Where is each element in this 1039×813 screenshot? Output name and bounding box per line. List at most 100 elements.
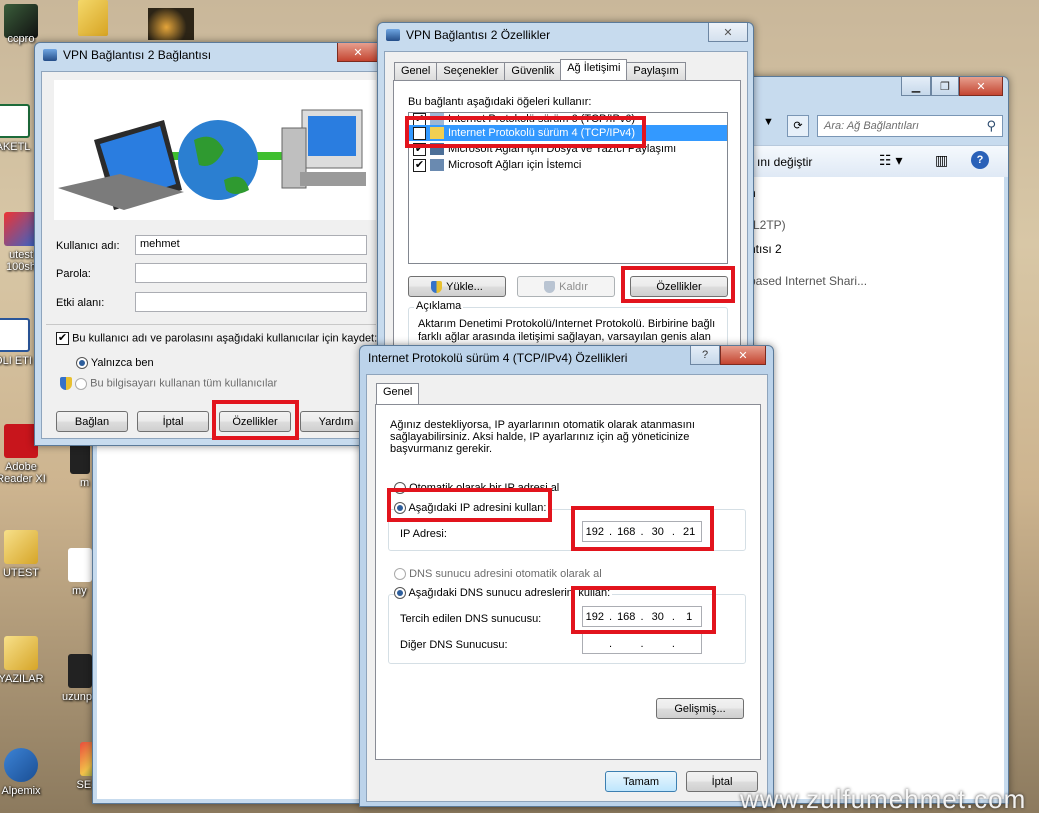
connect-button[interactable]: Bağlan: [56, 411, 128, 432]
radio-icon: [75, 377, 88, 390]
connection-item[interactable]: based Internet Shari...: [749, 274, 867, 288]
properties-button[interactable]: Özellikler: [219, 411, 291, 432]
image-thumbnail-icon[interactable]: [148, 8, 194, 40]
tab-sharing[interactable]: Paylaşım: [626, 62, 686, 80]
maximize-button[interactable]: ❐: [931, 77, 959, 96]
dialog-title: Internet Protokolü sürüm 4 (TCP/IPv4) Öz…: [368, 351, 628, 365]
auto-ip-label: Otomatik olarak bir IP adresi al: [409, 482, 560, 494]
save-credentials-label: Bu kullanıcı adı ve parolasını aşağıdaki…: [72, 332, 378, 345]
components-list[interactable]: ✔ Internet Protokolü sürüm 6 (TCP/IPv6) …: [408, 112, 728, 264]
search-input[interactable]: Ara: Ağ Bağlantıları: [824, 120, 919, 132]
list-item-label: Microsoft Ağları için İstemci: [448, 159, 582, 171]
desktop-icon-alpemix[interactable]: Alpemix: [0, 748, 56, 797]
ip-octet: 21: [683, 525, 696, 538]
desktop-icon-yazilar[interactable]: YAZILAR: [0, 636, 56, 685]
refresh-icon[interactable]: ⟳: [787, 115, 809, 137]
help-icon[interactable]: ?: [971, 151, 989, 169]
ipv4-properties-dialog: Internet Protokolü sürüm 4 (TCP/IPv4) Öz…: [359, 345, 774, 807]
ip-address-label: IP Adresi:: [400, 528, 447, 540]
close-button[interactable]: ✕: [337, 43, 379, 62]
application-icon: [4, 212, 38, 246]
uninstall-button[interactable]: Kaldır: [517, 276, 615, 297]
close-button[interactable]: ✕: [708, 23, 748, 42]
desktop-icon-ccpro[interactable]: ccpro: [0, 4, 56, 45]
checkbox-icon: ✔: [413, 142, 426, 156]
list-item[interactable]: ✔ Microsoft Ağları için İstemci: [409, 157, 727, 173]
preferred-dns-field[interactable]: 192. 168. 30. 1: [582, 606, 702, 627]
dropdown-arrow-icon[interactable]: ▼: [763, 116, 783, 136]
checkbox-icon: ✔: [413, 158, 426, 172]
network-icon: [43, 49, 57, 61]
protocol-icon: [430, 127, 444, 139]
checkbox-icon: ✔: [413, 113, 426, 125]
title-bar: VPN Bağlantısı 2 Bağlantısı: [35, 43, 385, 67]
search-box[interactable]: Ara: Ağ Bağlantıları ⚲: [817, 115, 1003, 137]
manual-dns-radio[interactable]: Aşağıdaki DNS sunucu adreslerini kullan:: [394, 587, 613, 600]
shield-icon: [60, 377, 72, 390]
network-icon: [386, 29, 400, 41]
list-item-label: Internet Protokolü sürüm 6 (TCP/IPv6): [448, 113, 636, 125]
view-options-icon[interactable]: ☷ ▾: [879, 152, 902, 169]
tab-general[interactable]: Genel: [376, 383, 420, 404]
cancel-button[interactable]: İptal: [137, 411, 209, 432]
radio-icon: [394, 587, 406, 600]
radio-all-users[interactable]: Bu bilgisayarı kullanan tüm kullanıcılar: [60, 377, 277, 390]
document-icon: [68, 548, 92, 582]
list-item-selected[interactable]: ✔ Internet Protokolü sürüm 4 (TCP/IPv4): [409, 125, 727, 141]
dialog-body: Genel Seçenekler Güvenlik Ağ İletişimi P…: [384, 51, 748, 363]
username-label: Kullanıcı adı:: [56, 240, 120, 252]
save-credentials-checkbox[interactable]: ✔ Bu kullanıcı adı ve parolasını aşağıda…: [56, 332, 377, 345]
ip-octet: 1: [686, 610, 693, 623]
close-button[interactable]: ✕: [720, 346, 766, 365]
list-item[interactable]: ✔ Internet Protokolü sürüm 6 (TCP/IPv6): [409, 113, 727, 125]
tab-networking[interactable]: Ağ İletişimi: [560, 59, 628, 80]
dialog-title: VPN Bağlantısı 2 Özellikler: [406, 28, 551, 42]
manual-ip-radio[interactable]: Aşağıdaki IP adresini kullan:: [394, 502, 549, 515]
tab-general[interactable]: Genel: [394, 62, 438, 80]
password-label: Parola:: [56, 268, 91, 280]
vpn-properties-dialog: VPN Bağlantısı 2 Özellikler ✕ Genel Seçe…: [377, 22, 754, 363]
help-button[interactable]: ?: [690, 346, 720, 365]
change-settings-link[interactable]: ını değiştir: [757, 155, 812, 169]
desktop-icon-label: Alpemix: [1, 785, 41, 797]
tab-strip: Genel: [376, 383, 420, 404]
checkbox-icon: ✔: [413, 126, 426, 140]
tab-strip: Genel Seçenekler Güvenlik Ağ İletişimi P…: [394, 59, 686, 80]
close-button[interactable]: ✕: [959, 77, 1003, 96]
domain-field[interactable]: [135, 292, 367, 312]
excel-icon: [0, 104, 30, 138]
desktop-icon-label: UTEST: [2, 567, 40, 579]
image-thumbnail-icon: [68, 654, 92, 688]
username-field[interactable]: mehmet: [135, 235, 367, 255]
install-button[interactable]: Yükle...: [408, 276, 506, 297]
ok-button[interactable]: Tamam: [605, 771, 677, 792]
preferred-dns-label: Tercih edilen DNS sunucusu:: [400, 613, 542, 625]
auto-dns-radio[interactable]: DNS sunucu adresini otomatik olarak al: [394, 568, 602, 581]
connection-item[interactable]: (L2TP): [749, 218, 786, 232]
search-icon: ⚲: [986, 118, 996, 133]
alternate-dns-field[interactable]: ...: [582, 633, 702, 654]
password-field[interactable]: [135, 263, 367, 283]
tab-panel: Ağınız destekliyorsa, IP ayarlarının oto…: [375, 404, 761, 760]
radio-only-me[interactable]: Yalnızca ben: [76, 357, 154, 370]
advanced-button[interactable]: Gelişmiş...: [656, 698, 744, 719]
ip-address-field[interactable]: 192. 168. 30. 21: [582, 521, 702, 542]
ip-octet: 168: [617, 525, 636, 538]
manual-ip-label: Aşağıdaki IP adresini kullan:: [408, 502, 547, 514]
intro-text: Ağınız destekliyorsa, IP ayarlarının oto…: [390, 419, 695, 455]
dialog-body: Kullanıcı adı: mehmet Parola: Etki alanı…: [41, 71, 379, 439]
tab-security[interactable]: Güvenlik: [504, 62, 562, 80]
network-client-icon: [430, 159, 444, 171]
ip-octet: 30: [651, 610, 664, 623]
checkbox-icon: ✔: [56, 332, 69, 345]
desktop-icon-label: Adobe Reader XI: [0, 461, 46, 485]
list-item[interactable]: ✔ Microsoft Ağları için Dosya ve Yazıcı …: [409, 141, 727, 157]
ip-octet: 192: [585, 525, 604, 538]
minimize-button[interactable]: ▁: [901, 77, 931, 96]
folder-icon[interactable]: [78, 0, 108, 36]
tab-options[interactable]: Seçenekler: [436, 62, 506, 80]
desktop-icon-utest-folder[interactable]: UTEST: [0, 530, 56, 579]
auto-ip-radio[interactable]: Otomatik olarak bir IP adresi al: [394, 482, 560, 495]
preview-pane-icon[interactable]: ▥: [935, 152, 948, 169]
properties-button[interactable]: Özellikler: [630, 276, 728, 297]
